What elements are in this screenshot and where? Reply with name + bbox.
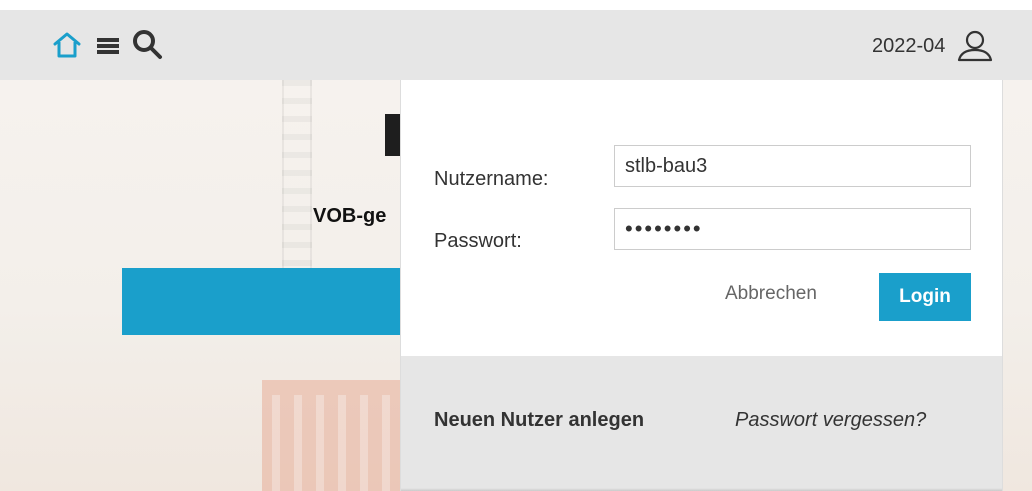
password-field[interactable] <box>614 208 971 250</box>
search-icon <box>133 30 162 59</box>
password-label: Passwort: <box>434 230 522 252</box>
popover-footer: Neuen Nutzer anlegen Passwort vergessen? <box>401 356 1002 491</box>
crane-graphic <box>282 80 312 300</box>
menu-icon <box>97 38 119 54</box>
home-button[interactable] <box>52 30 82 60</box>
login-button[interactable]: Login <box>879 273 971 321</box>
username-label: Nutzername: <box>434 168 549 190</box>
hero-tagline: VOB-ge <box>313 205 387 227</box>
top-bar: 2022-04 <box>0 0 1032 80</box>
login-popover: Nutzername: Passwort: Abbrechen Login Ne… <box>400 80 1003 491</box>
cancel-button[interactable]: Abbrechen <box>725 283 817 305</box>
menu-button[interactable] <box>95 33 121 59</box>
forgot-password-link[interactable]: Passwort vergessen? <box>735 409 926 432</box>
username-field[interactable] <box>614 145 971 187</box>
building-graphic <box>262 380 412 491</box>
search-button[interactable] <box>130 27 164 61</box>
user-icon <box>957 30 993 62</box>
date-label: 2022-04 <box>872 35 946 57</box>
new-user-link[interactable]: Neuen Nutzer anlegen <box>434 409 644 432</box>
home-icon <box>53 32 81 58</box>
hero-cta-button[interactable] <box>122 268 412 335</box>
user-button[interactable] <box>955 28 995 64</box>
